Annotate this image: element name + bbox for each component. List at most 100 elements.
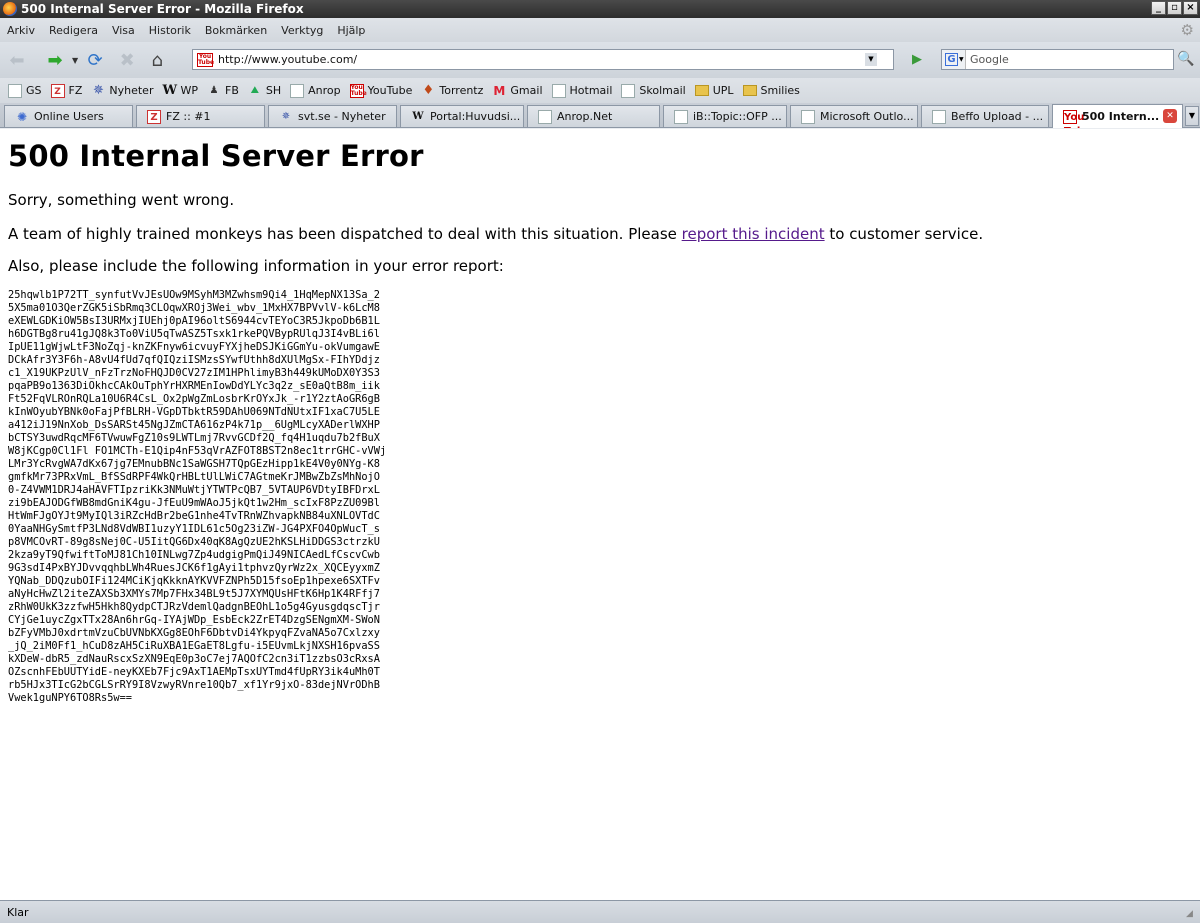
bookmark-label: Skolmail [639,84,686,97]
bookmark-sh[interactable]: ⛰ SH [248,84,281,98]
fz-icon: Z [147,109,161,124]
google-icon: G [945,53,958,66]
tab-list-button[interactable]: ▼ [1185,106,1199,126]
tab-label: Portal:Huvudsi... [430,110,521,123]
minimize-button[interactable]: _ [1151,1,1166,15]
wikipedia-icon: W [412,110,424,122]
url-dropdown-icon[interactable]: ▼ [865,53,877,66]
close-tab-icon[interactable]: ✕ [1163,109,1177,123]
bookmark-upl[interactable]: UPL [694,84,734,97]
tab-svt[interactable]: ✵ svt.se - Nyheter [268,105,397,127]
bookmark-nyheter[interactable]: ✵ Nyheter [91,82,154,98]
bookmark-torrentz[interactable]: ♦ Torrentz [421,82,484,98]
youtube-favicon-icon: You Tube [197,52,215,67]
forward-button[interactable]: ➡ [42,47,68,73]
tab-youtube-active[interactable]: YouTube500 Intern...✕ [1052,104,1183,128]
bookmark-wp[interactable]: W WP [162,83,198,98]
maximize-button[interactable]: ▫ [1167,1,1182,15]
back-button[interactable]: ⬅ [4,47,30,73]
menu-redigera[interactable]: Redigera [49,24,98,37]
window-title: 500 Internal Server Error - Mozilla Fire… [21,2,304,16]
folder-icon [742,85,757,96]
reload-button[interactable]: ⟳ [82,47,108,73]
monkeys-text-end: to customer service. [824,225,984,243]
tab-strip: ✺ Online Users Z FZ :: #1 ✵ svt.se - Nyhete… [0,103,1200,128]
page-icon [8,83,22,98]
window-controls: _ ▫ × [1151,1,1198,15]
page-icon [674,109,688,124]
url-bar[interactable]: You Tube http://www.youtube.com/ ▼ [192,49,894,70]
home-button[interactable]: ⌂ [144,47,170,73]
bookmark-label: Hotmail [569,84,613,97]
bookmark-label: FZ [68,84,83,97]
tab-label: FZ :: #1 [166,110,211,123]
sorry-text: Sorry, something went wrong. [8,191,235,209]
bookmark-label: Gmail [510,84,543,97]
search-engine-selector[interactable]: G ▼ [942,50,966,69]
tab-label: 500 Intern... [1082,110,1160,123]
history-dropdown-icon[interactable]: ▼ [72,56,78,65]
bookmark-label: Torrentz [439,84,484,97]
bookmark-skolmail[interactable]: Skolmail [621,83,686,98]
bookmark-anrop[interactable]: Anrop [290,83,341,98]
tab-label: Anrop.Net [557,110,613,123]
page-icon [551,83,566,98]
menu-arkiv[interactable]: Arkiv [7,24,35,37]
menu-bokmarken[interactable]: Bokmärken [205,24,267,37]
globe-icon: ✺ [16,109,28,124]
monkeys-text: A team of highly trained monkeys has bee… [8,225,682,243]
tab-label: Microsoft Outlo... [820,110,914,123]
bookmark-gs[interactable]: GS [8,83,42,98]
page-icon [621,83,636,98]
search-icon[interactable]: 🔍 [1177,51,1194,67]
page-icon [932,109,946,124]
bookmark-gmail[interactable]: M Gmail [492,84,542,98]
menu-historik[interactable]: Historik [149,24,191,37]
search-input[interactable]: Google [970,53,1009,66]
tab-anrop[interactable]: Anrop.Net [527,105,660,127]
report-incident-link[interactable]: report this incident [682,225,825,243]
bookmark-label: YouTube [367,84,413,97]
stop-button[interactable]: ✖ [114,47,140,73]
bookmark-label: GS [26,84,42,97]
error-code-block: 25hqwlb1P72TT_synfutVvJEsUOw9MSyhM3MZwhs… [8,289,387,704]
bookmark-label: Nyheter [109,84,154,97]
torrentz-icon: ♦ [422,82,435,98]
menu-bar: Arkiv Redigera Visa Historik Bokmärken V… [0,18,1200,42]
bookmark-smilies[interactable]: Smilies [742,84,800,97]
bookmark-label: UPL [712,84,734,97]
resize-grip-icon[interactable]: ◢ [1186,909,1198,921]
bookmark-hotmail[interactable]: Hotmail [551,83,613,98]
tab-portal[interactable]: W Portal:Huvudsi... [400,105,524,127]
bookmark-fb[interactable]: ♟ FB [207,84,239,98]
firefox-icon [3,2,17,16]
page-title: 500 Internal Server Error [8,139,424,173]
bookmarks-toolbar: GS Z FZ ✵ Nyheter W WP ♟ FB ⛰ SH Anrop You Tub… [0,78,1200,103]
go-arrow-icon[interactable]: ▶ [912,52,928,68]
bookmark-fz[interactable]: Z FZ [50,83,83,98]
fz-icon: Z [50,83,65,98]
tab-online-users[interactable]: ✺ Online Users [4,105,133,127]
bookmark-youtube[interactable]: You Tube YouTube [349,83,413,98]
chevron-down-icon: ▼ [959,56,964,63]
menu-visa[interactable]: Visa [112,24,135,37]
menu-verktyg[interactable]: Verktyg [281,24,323,37]
tab-fz[interactable]: Z FZ :: #1 [136,105,265,127]
url-text[interactable]: http://www.youtube.com/ [218,53,357,66]
page-icon [801,109,815,124]
tab-ib-topic[interactable]: iB::Topic::OFP ... [663,105,787,127]
tab-label: iB::Topic::OFP ... [693,110,782,123]
tab-outlook[interactable]: Microsoft Outlo... [790,105,918,127]
page-icon [538,109,552,124]
search-box[interactable]: G ▼ Google [941,49,1174,70]
sh-icon: ⛰ [250,84,260,96]
bookmark-label: WP [180,84,198,97]
folder-icon [694,85,709,96]
close-window-button[interactable]: × [1183,1,1198,15]
star-icon: ✵ [92,82,104,98]
tab-beffo[interactable]: Beffo Upload - ... [921,105,1049,127]
menu-hjalp[interactable]: Hjälp [337,24,365,37]
activity-throbber-icon: ⚙ [1180,21,1194,39]
status-bar: Klar ◢ [0,900,1200,923]
page-content: 500 Internal Server Error Sorry, somethi… [0,129,1200,900]
